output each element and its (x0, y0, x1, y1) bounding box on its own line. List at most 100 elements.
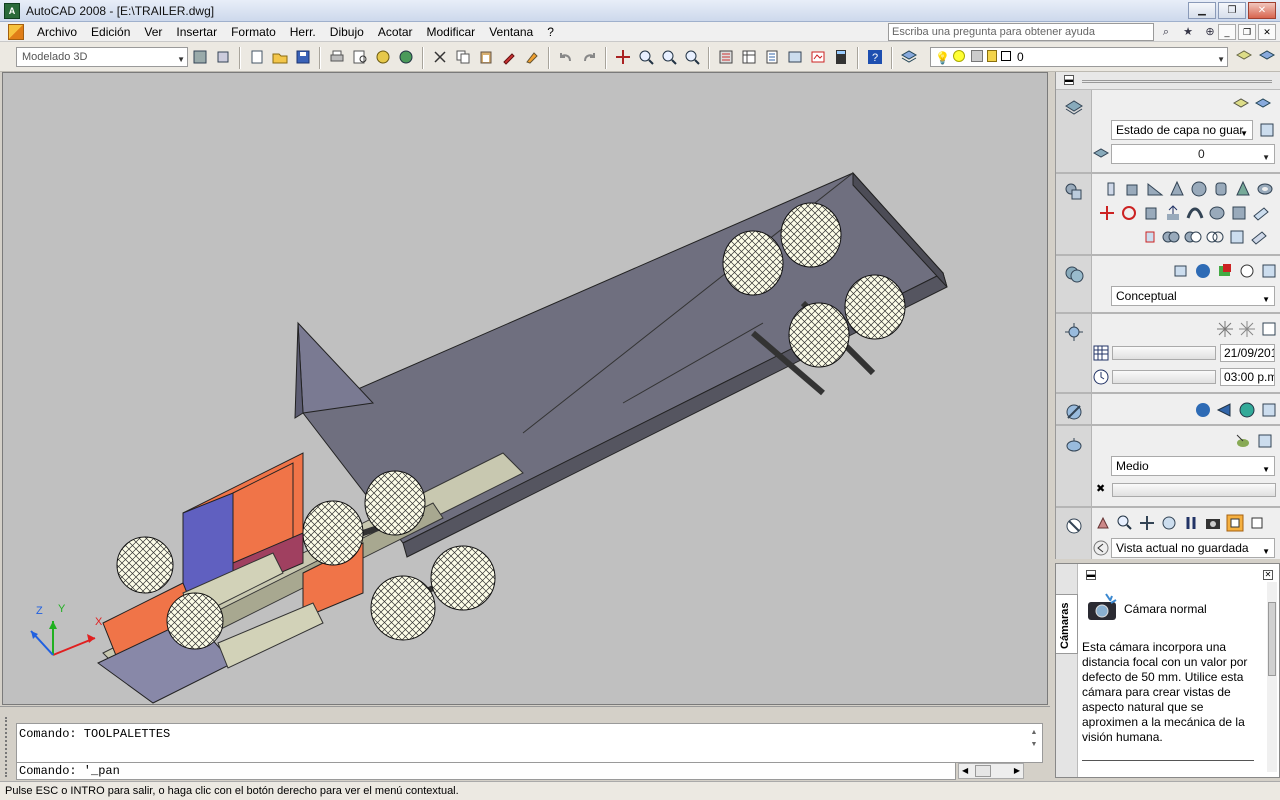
new-file-icon[interactable] (247, 47, 267, 67)
cone-icon[interactable] (1168, 180, 1186, 198)
doc-minimize-button[interactable]: _ (1218, 24, 1236, 40)
layer-previous-icon[interactable] (1234, 47, 1254, 67)
menu-edicion[interactable]: Edición (84, 22, 137, 42)
menu-acotar[interactable]: Acotar (371, 22, 420, 42)
sheet-set-icon[interactable] (785, 47, 805, 67)
pyramid-icon[interactable] (1234, 180, 1252, 198)
workspace-dropdown[interactable]: Modelado 3D ▼ (16, 47, 188, 67)
drawing-viewport[interactable]: X Y Z (2, 72, 1048, 705)
pan-icon[interactable] (613, 47, 633, 67)
doc-close-button[interactable]: ✕ (1258, 24, 1276, 40)
help-icon[interactable]: ? (865, 47, 885, 67)
planar-surface-icon[interactable] (1252, 204, 1270, 222)
materials-window-icon[interactable] (1238, 401, 1256, 419)
3d-move-icon[interactable] (1098, 204, 1116, 222)
3d-wireframe-icon[interactable] (1172, 262, 1190, 280)
doc-restore-button[interactable]: ❐ (1238, 24, 1256, 40)
date-slider[interactable] (1112, 346, 1216, 360)
paste-icon[interactable] (476, 47, 496, 67)
layers-icon[interactable] (1064, 98, 1084, 118)
presspull-icon[interactable] (1164, 204, 1182, 222)
command-scrollbar[interactable]: ▲ ▼ (1028, 727, 1040, 751)
polysolid-icon[interactable] (1102, 180, 1120, 198)
publish-icon[interactable] (373, 47, 393, 67)
view-back-icon[interactable] (1092, 539, 1110, 557)
command-line-input[interactable]: Comando: '_pan (16, 762, 956, 780)
section-plane-icon[interactable] (1250, 228, 1268, 246)
navigate-icon[interactable] (1064, 516, 1084, 536)
render-window-icon[interactable] (1256, 432, 1274, 450)
interfere-icon[interactable] (1228, 228, 1246, 246)
perspective-view-icon[interactable] (1226, 514, 1244, 532)
lights-icon[interactable] (1064, 322, 1084, 342)
plot-preview-icon[interactable] (350, 47, 370, 67)
time-slider[interactable] (1112, 370, 1216, 384)
autocad-app-icon[interactable]: A (4, 2, 20, 19)
properties-icon[interactable] (716, 47, 736, 67)
open-file-icon[interactable] (270, 47, 290, 67)
time-field[interactable]: 03:00 p.m (1220, 368, 1275, 386)
pan-realtime-icon[interactable] (1094, 514, 1112, 532)
workspace-icon[interactable] (213, 47, 233, 67)
search-icon[interactable]: ⌕ (1156, 23, 1176, 41)
dashboard-close-button[interactable]: ▬ (1064, 75, 1074, 85)
face-style-icon[interactable] (1260, 262, 1278, 280)
zoom-realtime-icon[interactable] (636, 47, 656, 67)
menu-help[interactable]: ? (540, 22, 561, 42)
material-sphere-icon[interactable] (1194, 401, 1212, 419)
zoom-previous-icon[interactable] (682, 47, 702, 67)
material-mapping-icon[interactable] (1216, 401, 1234, 419)
fly-icon[interactable] (1182, 514, 1200, 532)
box-icon[interactable] (1124, 180, 1142, 198)
render-slider[interactable] (1112, 483, 1276, 497)
render-close-icon[interactable]: ✖ (1096, 482, 1105, 495)
extrude-icon[interactable] (1142, 204, 1160, 222)
visual-style-dropdown[interactable]: Conceptual ▼ (1111, 286, 1275, 306)
redo-icon[interactable] (579, 47, 599, 67)
copy-icon[interactable] (453, 47, 473, 67)
star-icon[interactable]: ★ (1178, 23, 1198, 41)
layer-state-manager-icon[interactable] (1258, 121, 1276, 139)
render-teapot-icon[interactable] (1064, 434, 1084, 454)
zoom-window-icon[interactable] (659, 47, 679, 67)
menu-modificar[interactable]: Modificar (420, 22, 483, 42)
menu-herr[interactable]: Herr. (283, 22, 323, 42)
layer-properties-icon[interactable] (1254, 96, 1272, 114)
menu-ventana[interactable]: Ventana (482, 22, 540, 42)
help-search-input[interactable]: Escriba una pregunta para obtener ayuda (888, 23, 1154, 41)
render-icon[interactable] (1234, 432, 1252, 450)
slice-icon[interactable] (1140, 228, 1158, 246)
sphere-icon[interactable] (1190, 180, 1208, 198)
make-current-layer-icon[interactable] (1092, 145, 1110, 163)
subtract-icon[interactable] (1184, 228, 1202, 246)
design-center-icon[interactable] (739, 47, 759, 67)
menu-dibujo[interactable]: Dibujo (323, 22, 371, 42)
conceptual-icon[interactable] (1216, 262, 1234, 280)
loft-icon[interactable] (1230, 204, 1248, 222)
point-light-icon[interactable] (1216, 320, 1234, 338)
markup-icon[interactable] (808, 47, 828, 67)
tab-camaras[interactable]: Cámaras (1056, 594, 1078, 654)
palette-close-button[interactable]: ✕ (1263, 570, 1273, 580)
wedge-icon[interactable] (1146, 180, 1164, 198)
layer-current-dropdown[interactable]: 0 ▼ (1111, 144, 1275, 164)
date-field[interactable]: 21/09/201 (1220, 344, 1275, 362)
menu-ver[interactable]: Ver (137, 22, 169, 42)
layer-state-icon[interactable] (1257, 47, 1277, 67)
revolve-icon[interactable] (1208, 204, 1226, 222)
cylinder-icon[interactable] (1212, 180, 1230, 198)
view-dropdown[interactable]: Vista actual no guardada ▼ (1111, 538, 1275, 558)
minimize-button[interactable]: ▁ (1188, 2, 1216, 19)
maximize-button[interactable]: ❐ (1218, 2, 1246, 19)
camera-item-title[interactable]: Cámara normal (1124, 602, 1207, 616)
materials-icon[interactable] (1064, 402, 1084, 422)
zoom-icon[interactable] (1116, 514, 1134, 532)
match-properties-icon[interactable] (499, 47, 519, 67)
parallel-view-icon[interactable] (1248, 514, 1266, 532)
menu-archivo[interactable]: Archivo (30, 22, 84, 42)
palette-collapse-button[interactable]: ▬ (1086, 570, 1096, 580)
camera-icon[interactable] (1204, 514, 1222, 532)
layer-state-dropdown[interactable]: Estado de capa no guar ▼ (1111, 120, 1253, 140)
block-editor-icon[interactable] (522, 47, 542, 67)
cut-icon[interactable] (430, 47, 450, 67)
